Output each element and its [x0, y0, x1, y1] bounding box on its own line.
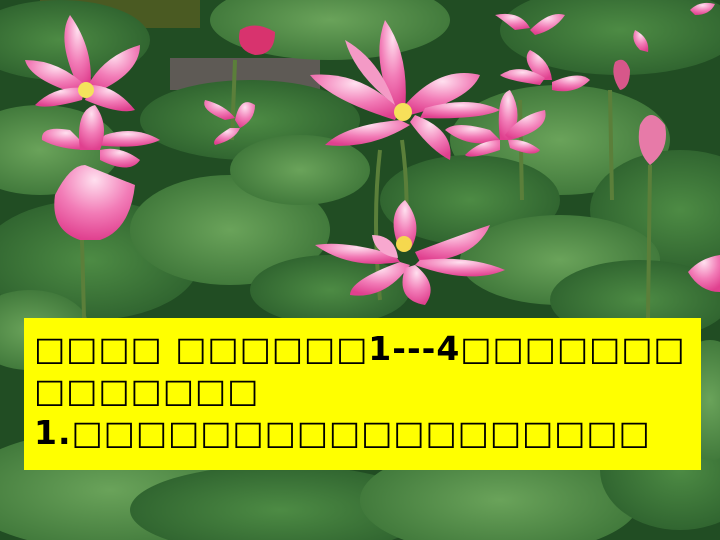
slide: □□□□ □□□□□□1---4□□□□□□□ □□□□□□□ 1.□□□□□□… [0, 0, 720, 540]
text-box: □□□□ □□□□□□1---4□□□□□□□ □□□□□□□ 1.□□□□□□… [24, 318, 701, 470]
text-line-2: □□□□□□□ [34, 371, 260, 410]
text-line-3: 1.□□□□□□□□□□□□□□□□□□ [34, 413, 651, 452]
text-line-1: □□□□ □□□□□□1---4□□□□□□□ [34, 329, 686, 368]
